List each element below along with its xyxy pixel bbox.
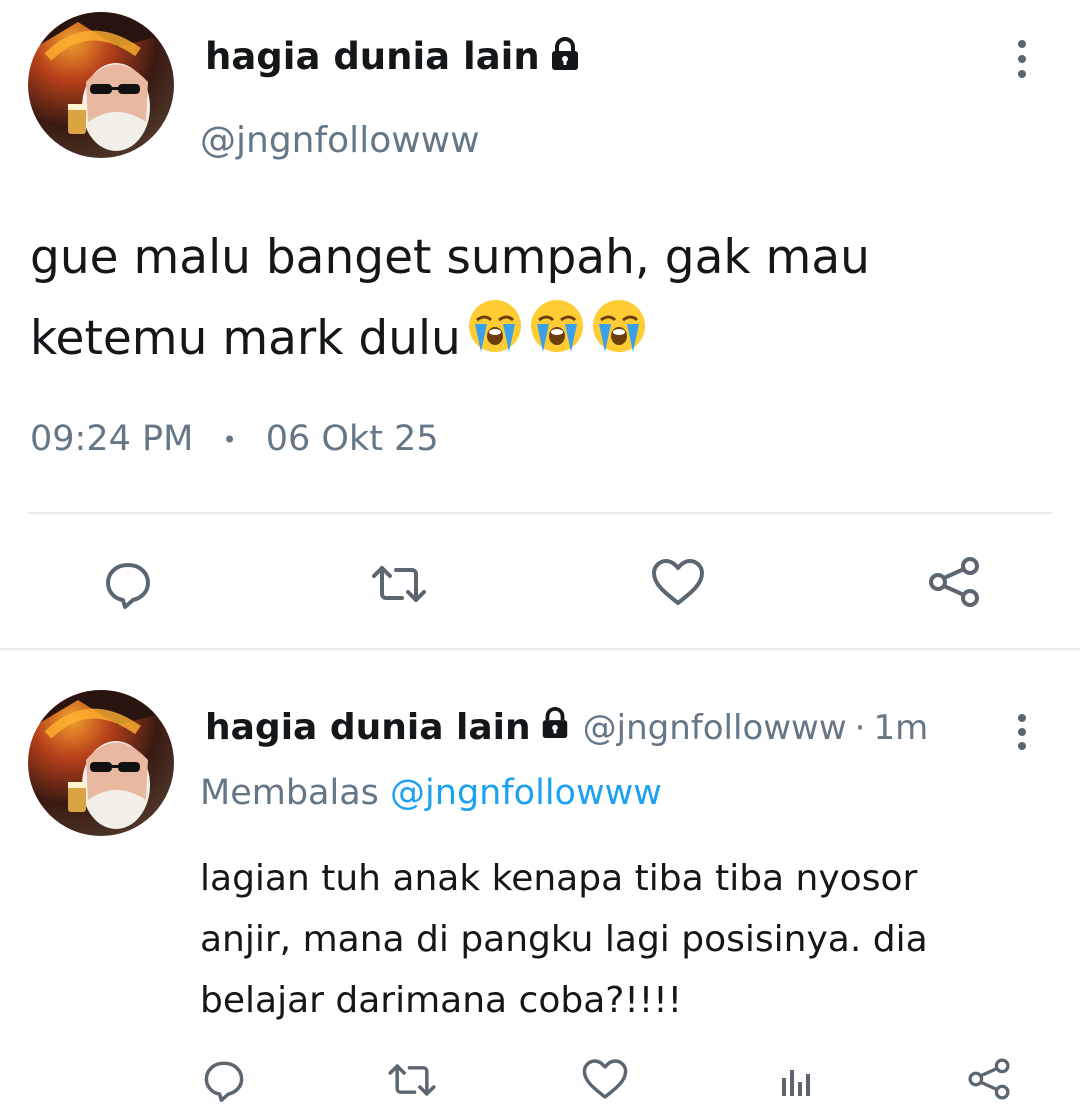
reply-more-icon[interactable] bbox=[1014, 714, 1030, 750]
replying-mention[interactable]: @jngnfollowww bbox=[390, 773, 662, 813]
main-tweet-divider bbox=[28, 512, 1052, 514]
main-author-handle[interactable]: @jngnfollowww bbox=[200, 118, 480, 164]
like-icon[interactable] bbox=[648, 554, 708, 610]
reply-share-icon[interactable] bbox=[964, 1054, 1014, 1104]
main-tweet-date: 06 Okt 25 bbox=[265, 419, 439, 459]
reply-icon[interactable] bbox=[100, 556, 156, 612]
main-tweet-line-1: gue malu banget sumpah, gak mau bbox=[30, 230, 870, 285]
replying-prefix: Membalas bbox=[200, 773, 379, 813]
share-icon[interactable] bbox=[924, 554, 984, 610]
lock-icon bbox=[539, 704, 571, 752]
main-tweet-timestamp: 09:24 PM • 06 Okt 25 bbox=[30, 416, 439, 463]
section-divider bbox=[0, 648, 1080, 650]
reply-like-icon[interactable] bbox=[580, 1056, 630, 1102]
reply-author-handle[interactable]: @jngnfollowww bbox=[583, 704, 847, 752]
main-more-icon[interactable] bbox=[1014, 40, 1030, 78]
reply-reply-icon[interactable] bbox=[200, 1056, 248, 1104]
lock-icon bbox=[548, 36, 582, 82]
reply-line-3: belajar darimana coba?!!!! bbox=[200, 980, 683, 1021]
reply-retweet-icon[interactable] bbox=[384, 1058, 440, 1102]
main-author-name[interactable]: hagia dunia lain bbox=[205, 34, 582, 82]
main-author-name-text[interactable]: hagia dunia lain bbox=[205, 35, 540, 78]
reply-line-2: anjir, mana di pangku lagi posisinya. di… bbox=[200, 919, 928, 960]
main-tweet-line-2: ketemu mark dulu bbox=[30, 310, 461, 366]
retweet-icon[interactable] bbox=[366, 556, 432, 612]
loudly-crying-face-icon bbox=[467, 298, 523, 379]
main-avatar[interactable] bbox=[28, 12, 174, 158]
reply-dot: · bbox=[854, 708, 866, 748]
reply-tweet-text: lagian tuh anak kenapa tiba tiba nyosor … bbox=[200, 848, 928, 1031]
reply-avatar[interactable] bbox=[28, 690, 174, 836]
reply-line-1: lagian tuh anak kenapa tiba tiba nyosor bbox=[200, 858, 918, 899]
main-tweet-text: gue malu banget sumpah, gak mau ketemu m… bbox=[30, 218, 870, 379]
reply-age: 1m bbox=[873, 708, 929, 748]
timestamp-separator: • bbox=[222, 426, 237, 454]
reply-header: hagia dunia lain @jngnfollowww · 1m bbox=[205, 704, 928, 752]
replying-to: Membalas @jngnfollowww bbox=[200, 770, 662, 816]
analytics-icon[interactable] bbox=[774, 1058, 818, 1102]
main-tweet-time: 09:24 PM bbox=[30, 419, 194, 459]
loudly-crying-face-icon bbox=[591, 298, 647, 379]
reply-author-name[interactable]: hagia dunia lain bbox=[205, 704, 531, 752]
loudly-crying-face-icon bbox=[529, 298, 585, 379]
